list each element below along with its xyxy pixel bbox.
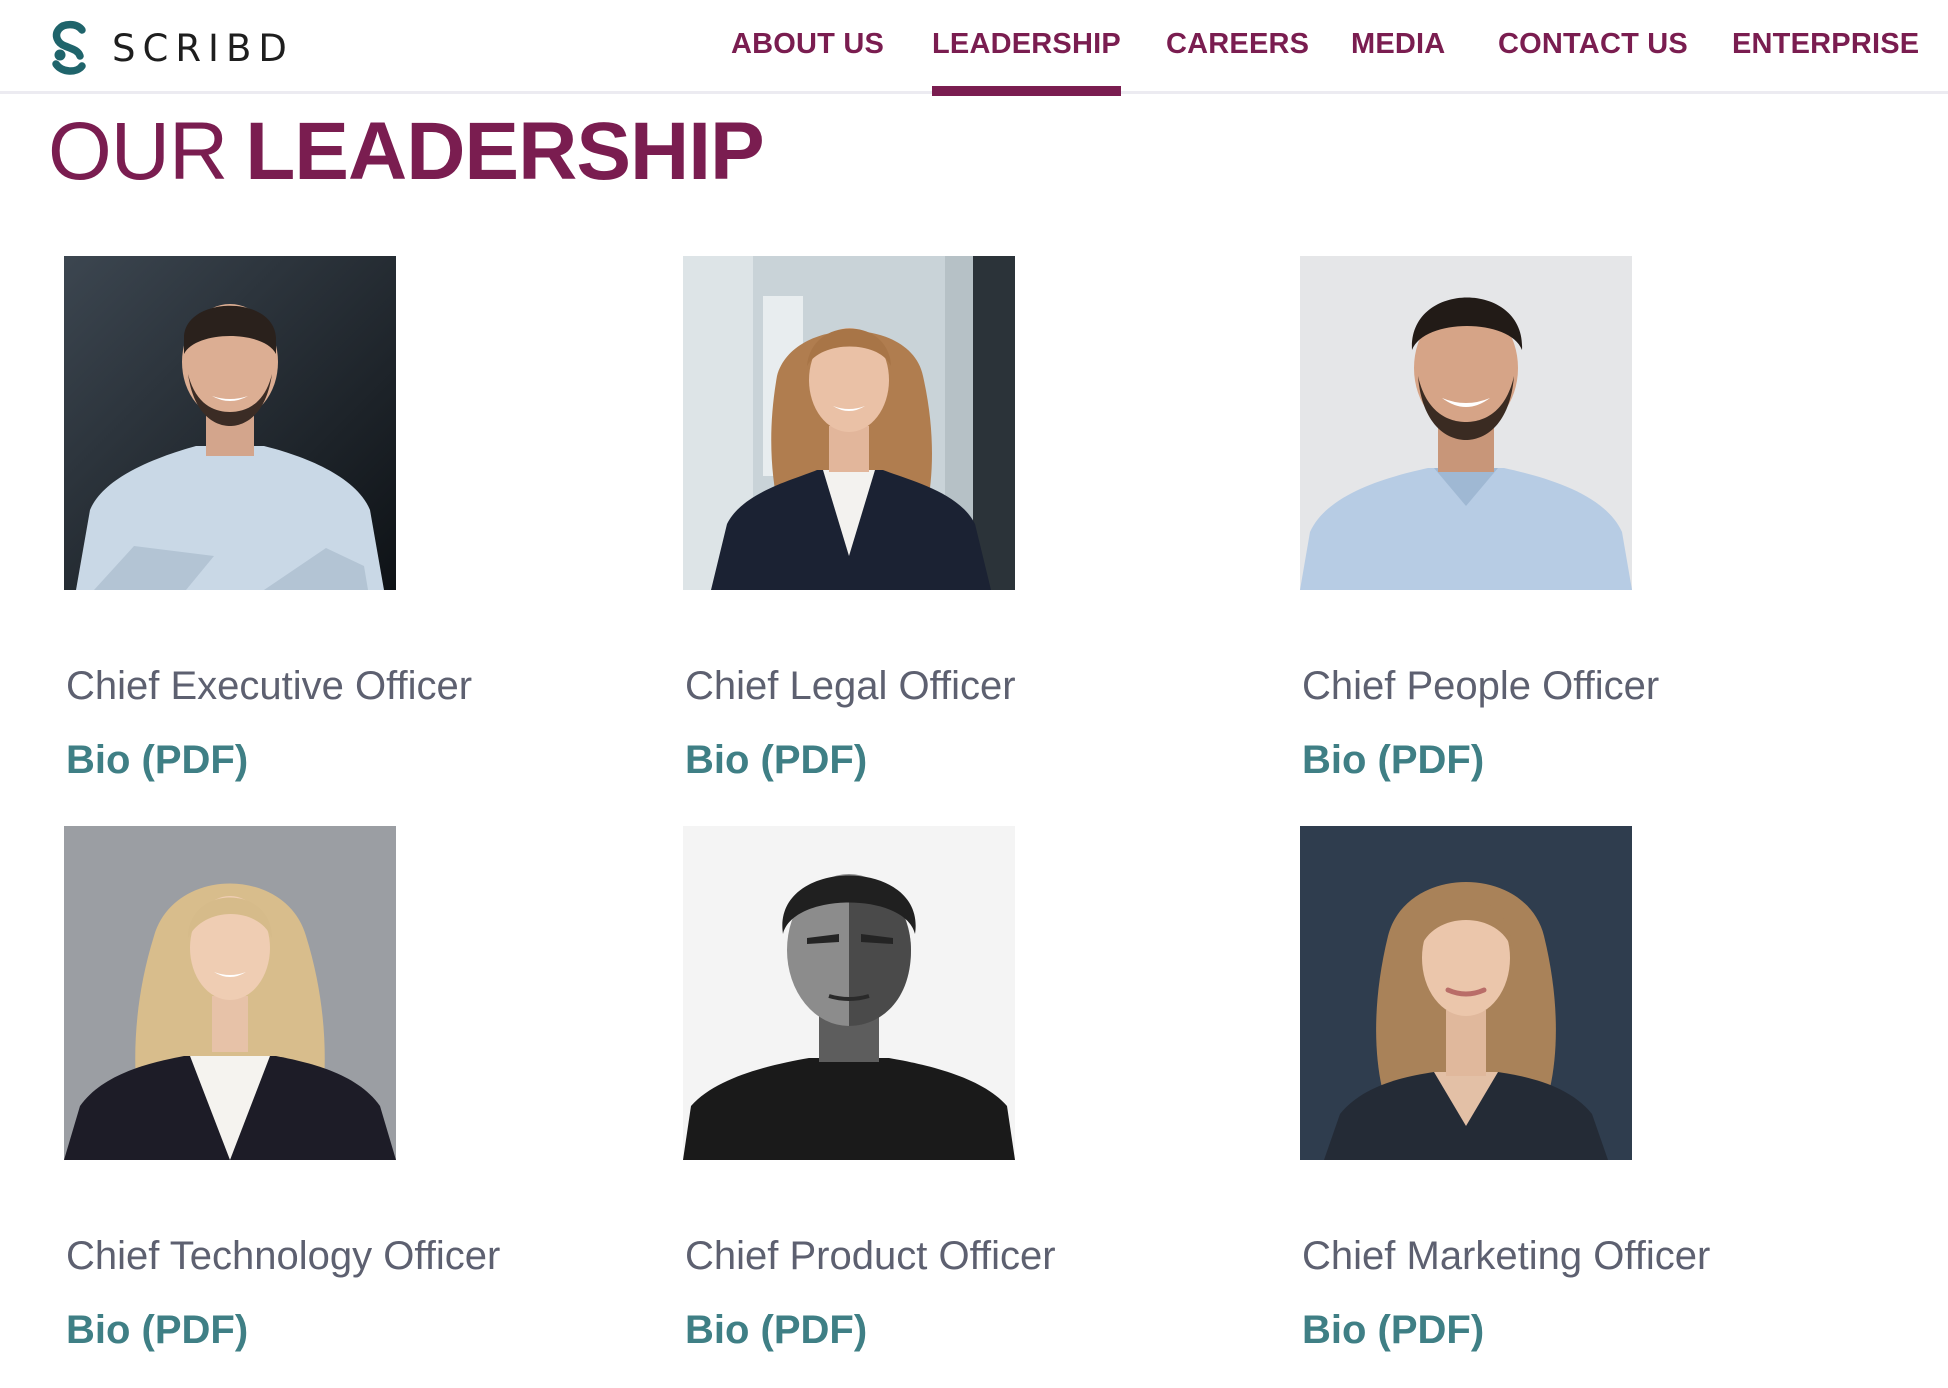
bio-pdf-link[interactable]: Bio (PDF) bbox=[1302, 1306, 1484, 1354]
leader-photo bbox=[683, 826, 1015, 1160]
brand-name: SCRIBD bbox=[112, 26, 294, 70]
page-title-light: OUR bbox=[48, 106, 228, 197]
bio-pdf-link[interactable]: Bio (PDF) bbox=[685, 1306, 867, 1354]
portrait-photo bbox=[1300, 256, 1632, 590]
bio-pdf-link[interactable]: Bio (PDF) bbox=[66, 736, 248, 784]
leader-photo bbox=[683, 256, 1015, 590]
bio-pdf-link[interactable]: Bio (PDF) bbox=[685, 736, 867, 784]
nav-item-media[interactable]: MEDIA bbox=[1351, 28, 1445, 61]
nav-item-contact-us[interactable]: CONTACT US bbox=[1498, 28, 1688, 61]
leader-role: Chief Legal Officer bbox=[685, 664, 1016, 708]
leader-photo bbox=[64, 826, 396, 1160]
nav-item-about-us[interactable]: ABOUT US bbox=[731, 28, 884, 61]
portrait-photo bbox=[64, 826, 396, 1160]
leader-role: Chief Executive Officer bbox=[66, 664, 473, 708]
portrait-photo bbox=[683, 826, 1015, 1160]
portrait-photo bbox=[683, 256, 1015, 590]
portrait-photo bbox=[1300, 826, 1632, 1160]
leader-photo bbox=[64, 256, 396, 590]
nav-item-enterprise[interactable]: ENTERPRISE bbox=[1732, 28, 1919, 61]
leader-photo bbox=[1300, 826, 1632, 1160]
scribd-logo-link[interactable]: SCRIBD bbox=[48, 20, 294, 76]
leader-role: Chief Technology Officer bbox=[66, 1234, 501, 1278]
scribd-s-logo-icon bbox=[52, 20, 86, 75]
nav-item-leadership[interactable]: LEADERSHIP bbox=[932, 28, 1121, 96]
page-title-bold: LEADERSHIP bbox=[245, 106, 765, 197]
portrait-photo bbox=[64, 256, 396, 590]
bio-pdf-link[interactable]: Bio (PDF) bbox=[66, 1306, 248, 1354]
nav-item-careers[interactable]: CAREERS bbox=[1166, 28, 1309, 61]
leader-photo bbox=[1300, 256, 1632, 590]
leader-role: Chief Product Officer bbox=[685, 1234, 1056, 1278]
page-title: OUR LEADERSHIP bbox=[48, 102, 765, 202]
top-navigation-bar: SCRIBD ABOUT US LEADERSHIP CAREERS MEDIA… bbox=[0, 0, 1948, 96]
leader-role: Chief Marketing Officer bbox=[1302, 1234, 1711, 1278]
leader-role: Chief People Officer bbox=[1302, 664, 1660, 708]
bio-pdf-link[interactable]: Bio (PDF) bbox=[1302, 736, 1484, 784]
